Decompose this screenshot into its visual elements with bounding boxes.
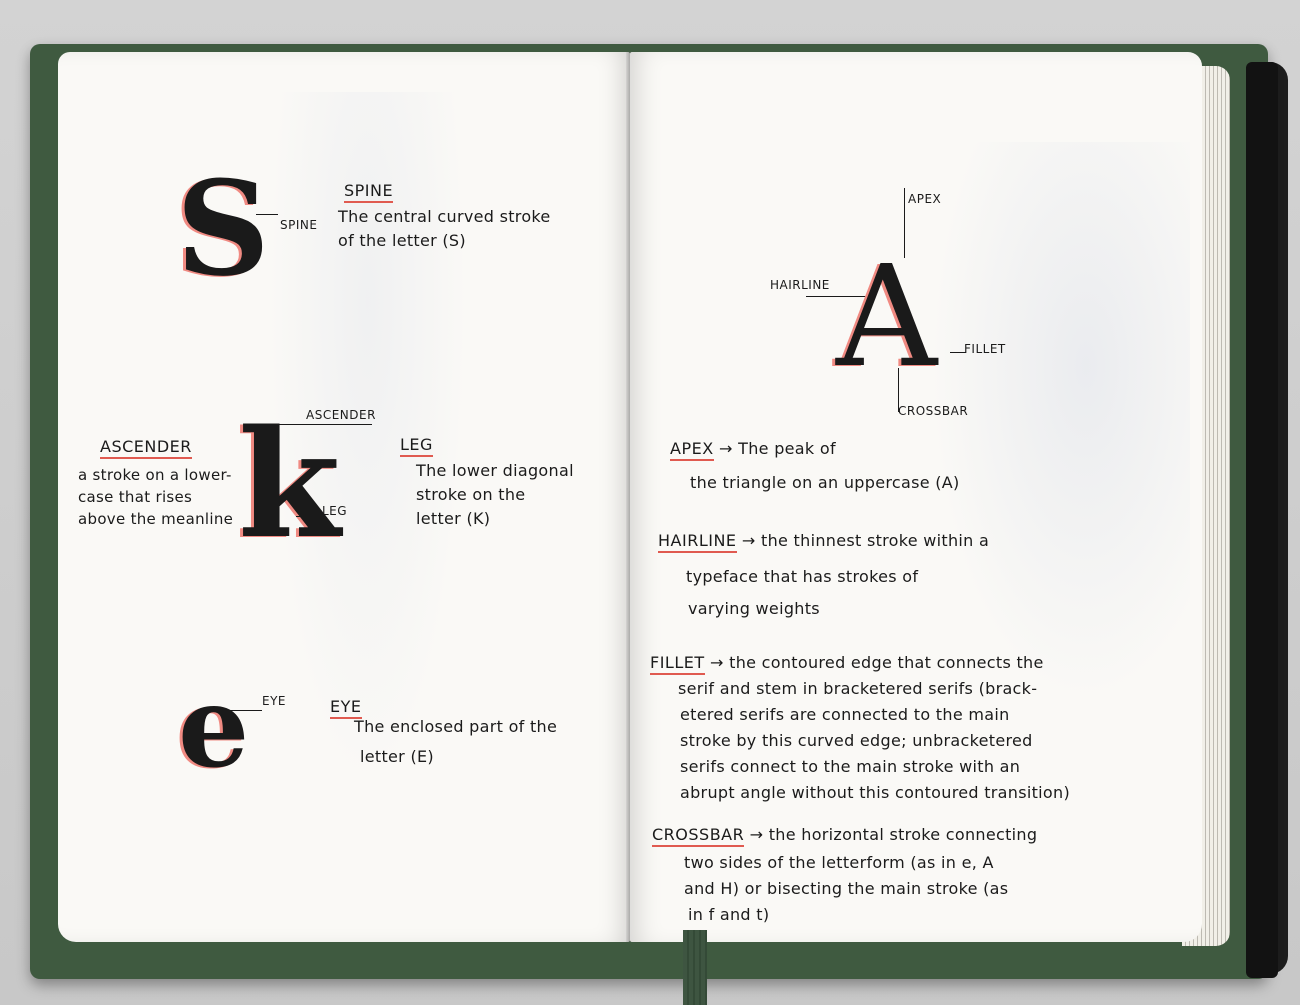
- spine-term: SPINE: [344, 180, 394, 203]
- apex-term-text: APEX: [670, 439, 714, 461]
- leg-definition-line-1: The lower diagonal: [416, 461, 574, 480]
- ascender-definition-line-1: a stroke on a lower-: [78, 466, 232, 484]
- eye-definition-line-1: The enclosed part of the: [354, 717, 558, 736]
- hairline-term-text: HAIRLINE: [658, 531, 737, 553]
- a-apex-label: APEX: [908, 192, 942, 206]
- leg-leader-line: [296, 516, 320, 517]
- apex-definition-line-1: The peak of: [738, 439, 836, 458]
- spine-term-text: SPINE: [344, 181, 394, 203]
- spine-leader-line: [256, 214, 278, 215]
- eye-leader-line: [230, 710, 262, 711]
- a-hairline-label: HAIRLINE: [770, 278, 830, 292]
- e-eye-label: EYE: [262, 694, 286, 708]
- spine-definition-line-2: of the letter (S): [338, 231, 466, 250]
- letter-e-glyph: e: [178, 662, 250, 793]
- crossbar-arrow: →: [744, 825, 769, 844]
- ascender-definition-line-2: case that rises: [78, 488, 193, 506]
- hairline-definition-line-2: typeface that has strokes of: [686, 567, 919, 586]
- k-leg-label: LEG: [322, 504, 348, 518]
- hairline-entry: HAIRLINE → the thinnest stroke within a: [658, 530, 990, 553]
- fillet-definition-line-1: the contoured edge that connects the: [729, 653, 1044, 672]
- a-fillet-label: FILLET: [964, 342, 1006, 356]
- fillet-arrow: →: [704, 653, 730, 672]
- letter-s-glyph: S: [176, 152, 270, 305]
- ascender-definition-line-3: above the meanline: [78, 510, 234, 528]
- crossbar-definition-line-1: the horizontal stroke connecting: [768, 825, 1038, 844]
- apex-entry: APEX → The peak of: [670, 438, 836, 461]
- ascender-term-text: ASCENDER: [100, 437, 192, 459]
- hairline-definition-line-1: the thinnest stroke within a: [761, 531, 990, 550]
- ascender-term: ASCENDER: [100, 436, 192, 459]
- fillet-term-text: FILLET: [650, 653, 705, 675]
- crossbar-entry: CROSSBAR → the horizontal stroke connect…: [652, 824, 1038, 847]
- hairline-definition-line-3: varying weights: [688, 599, 820, 618]
- apex-arrow: →: [713, 439, 739, 458]
- eye-definition-line-2: letter (E): [360, 747, 434, 766]
- apex-definition-line-2: the triangle on an uppercase (A): [690, 473, 960, 492]
- letter-a-glyph: A: [836, 236, 938, 399]
- leg-definition-line-2: stroke on the: [416, 485, 526, 504]
- elastic-band: [1246, 62, 1278, 978]
- fillet-definition-line-2: serif and stem in bracketered serifs (br…: [678, 679, 1038, 698]
- crossbar-definition-line-3: and H) or bisecting the main stroke (as: [684, 879, 1009, 898]
- s-spine-label: SPINE: [280, 218, 318, 232]
- crossbar-definition-line-2: two sides of the letterform (as in e, A: [684, 853, 994, 872]
- crossbar-definition-line-4: in f and t): [688, 905, 770, 924]
- eye-term: EYE: [330, 696, 362, 719]
- a-crossbar-label: CROSSBAR: [898, 404, 969, 418]
- hairline-arrow: →: [736, 531, 762, 550]
- leg-term: LEG: [400, 434, 433, 457]
- leg-term-text: LEG: [400, 435, 433, 457]
- fillet-entry: FILLET → the contoured edge that connect…: [650, 652, 1044, 675]
- left-page: S SPINE SPINE The central curved stroke …: [58, 52, 630, 942]
- fillet-definition-line-3: etered serifs are connected to the main: [680, 705, 1010, 724]
- leg-definition-line-3: letter (K): [416, 509, 491, 528]
- spine-definition-line-1: The central curved stroke: [338, 207, 551, 226]
- right-page: APEX HAIRLINE A FILLET CROSSBAR APEX → T…: [630, 52, 1202, 942]
- fillet-definition-line-4: stroke by this curved edge; unbracketere…: [680, 731, 1033, 750]
- crossbar-term-text: CROSSBAR: [652, 825, 745, 847]
- letter-k-glyph: k: [238, 397, 341, 571]
- fillet-definition-line-6: abrupt angle without this contoured tran…: [680, 783, 1070, 802]
- fillet-definition-line-5: serifs connect to the main stroke with a…: [680, 757, 1021, 776]
- bookmark-ribbon: [683, 930, 707, 1005]
- bleed-through: [930, 142, 1190, 702]
